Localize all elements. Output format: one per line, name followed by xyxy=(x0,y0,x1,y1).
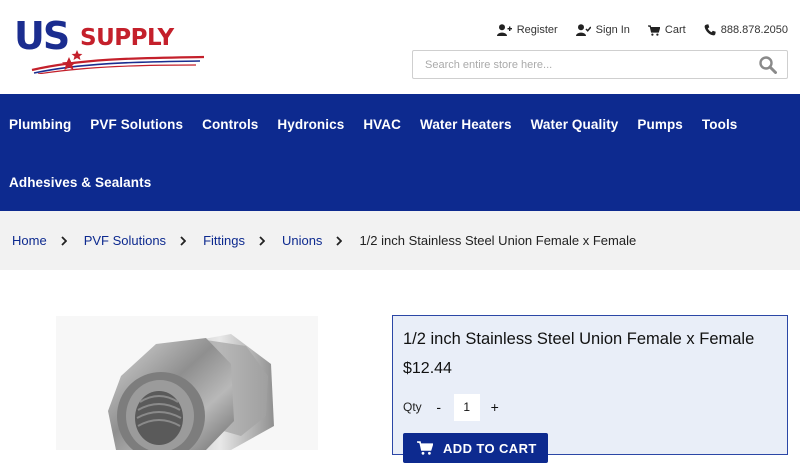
account-nav: Register Sign In Cart 888.878.2050 xyxy=(496,24,788,36)
nav-water-quality[interactable]: Water Quality xyxy=(531,116,619,134)
product-title: 1/2 inch Stainless Steel Union Female x … xyxy=(403,330,755,348)
union-fitting-photo xyxy=(108,334,274,450)
add-to-cart-button[interactable]: ADD TO CART xyxy=(403,433,548,463)
nav-adhesives-sealants[interactable]: Adhesives & Sealants xyxy=(9,174,151,192)
nav-tools[interactable]: Tools xyxy=(702,116,738,134)
us-supply-logo[interactable]: US SUPPLY xyxy=(14,16,206,74)
phone-link[interactable]: 888.878.2050 xyxy=(704,24,788,36)
signin-label: Sign In xyxy=(595,24,630,36)
qty-label: Qty xyxy=(403,400,422,414)
breadcrumb-pvf-solutions[interactable]: PVF Solutions xyxy=(84,233,166,248)
chevron-right-icon xyxy=(336,235,346,247)
cart-label: Cart xyxy=(664,24,686,36)
qty-increase-button[interactable]: + xyxy=(488,399,502,415)
breadcrumb-current: 1/2 inch Stainless Steel Union Female x … xyxy=(359,233,637,248)
cart-icon xyxy=(647,24,660,36)
nav-controls[interactable]: Controls xyxy=(202,116,258,134)
register-label: Register xyxy=(516,24,558,36)
search-icon[interactable] xyxy=(759,56,777,74)
search-box xyxy=(412,50,788,79)
phone-icon xyxy=(704,24,716,36)
cart-link[interactable]: Cart xyxy=(647,24,686,36)
register-link[interactable]: Register xyxy=(496,24,558,36)
nav-water-heaters[interactable]: Water Heaters xyxy=(420,116,512,134)
nav-hydronics[interactable]: Hydronics xyxy=(277,116,344,134)
product-purchase-panel: 1/2 inch Stainless Steel Union Female x … xyxy=(392,315,788,463)
user-plus-icon xyxy=(496,24,512,36)
add-to-cart-label: ADD TO CART xyxy=(443,440,537,456)
nav-hvac[interactable]: HVAC xyxy=(363,116,401,134)
breadcrumb-home[interactable]: Home xyxy=(12,233,47,248)
chevron-right-icon xyxy=(180,235,190,247)
user-check-icon xyxy=(575,24,591,36)
main-category-nav: Plumbing PVF Solutions Controls Hydronic… xyxy=(0,94,800,211)
chevron-right-icon xyxy=(259,235,269,247)
search-input[interactable] xyxy=(413,51,753,78)
chevron-right-icon xyxy=(61,235,71,247)
nav-pvf-solutions[interactable]: PVF Solutions xyxy=(90,116,183,134)
nav-plumbing[interactable]: Plumbing xyxy=(9,116,71,134)
phone-number: 888.878.2050 xyxy=(720,24,788,36)
site-header: US SUPPLY Register Sign In Cart 888.878.… xyxy=(0,0,800,94)
signin-link[interactable]: Sign In xyxy=(575,24,630,36)
product-price: $12.44 xyxy=(403,360,452,377)
breadcrumb-unions[interactable]: Unions xyxy=(282,233,322,248)
nav-pumps[interactable]: Pumps xyxy=(637,116,683,134)
breadcrumb: Home PVF Solutions Fittings Unions 1/2 i… xyxy=(0,211,800,270)
logo-swoosh-stars-icon xyxy=(31,50,205,74)
quantity-selector: Qty - + xyxy=(403,393,502,421)
qty-decrease-button[interactable]: - xyxy=(432,399,446,415)
qty-input[interactable] xyxy=(453,393,480,421)
cart-icon xyxy=(417,441,433,455)
breadcrumb-fittings[interactable]: Fittings xyxy=(203,233,245,248)
product-image[interactable] xyxy=(56,316,318,450)
